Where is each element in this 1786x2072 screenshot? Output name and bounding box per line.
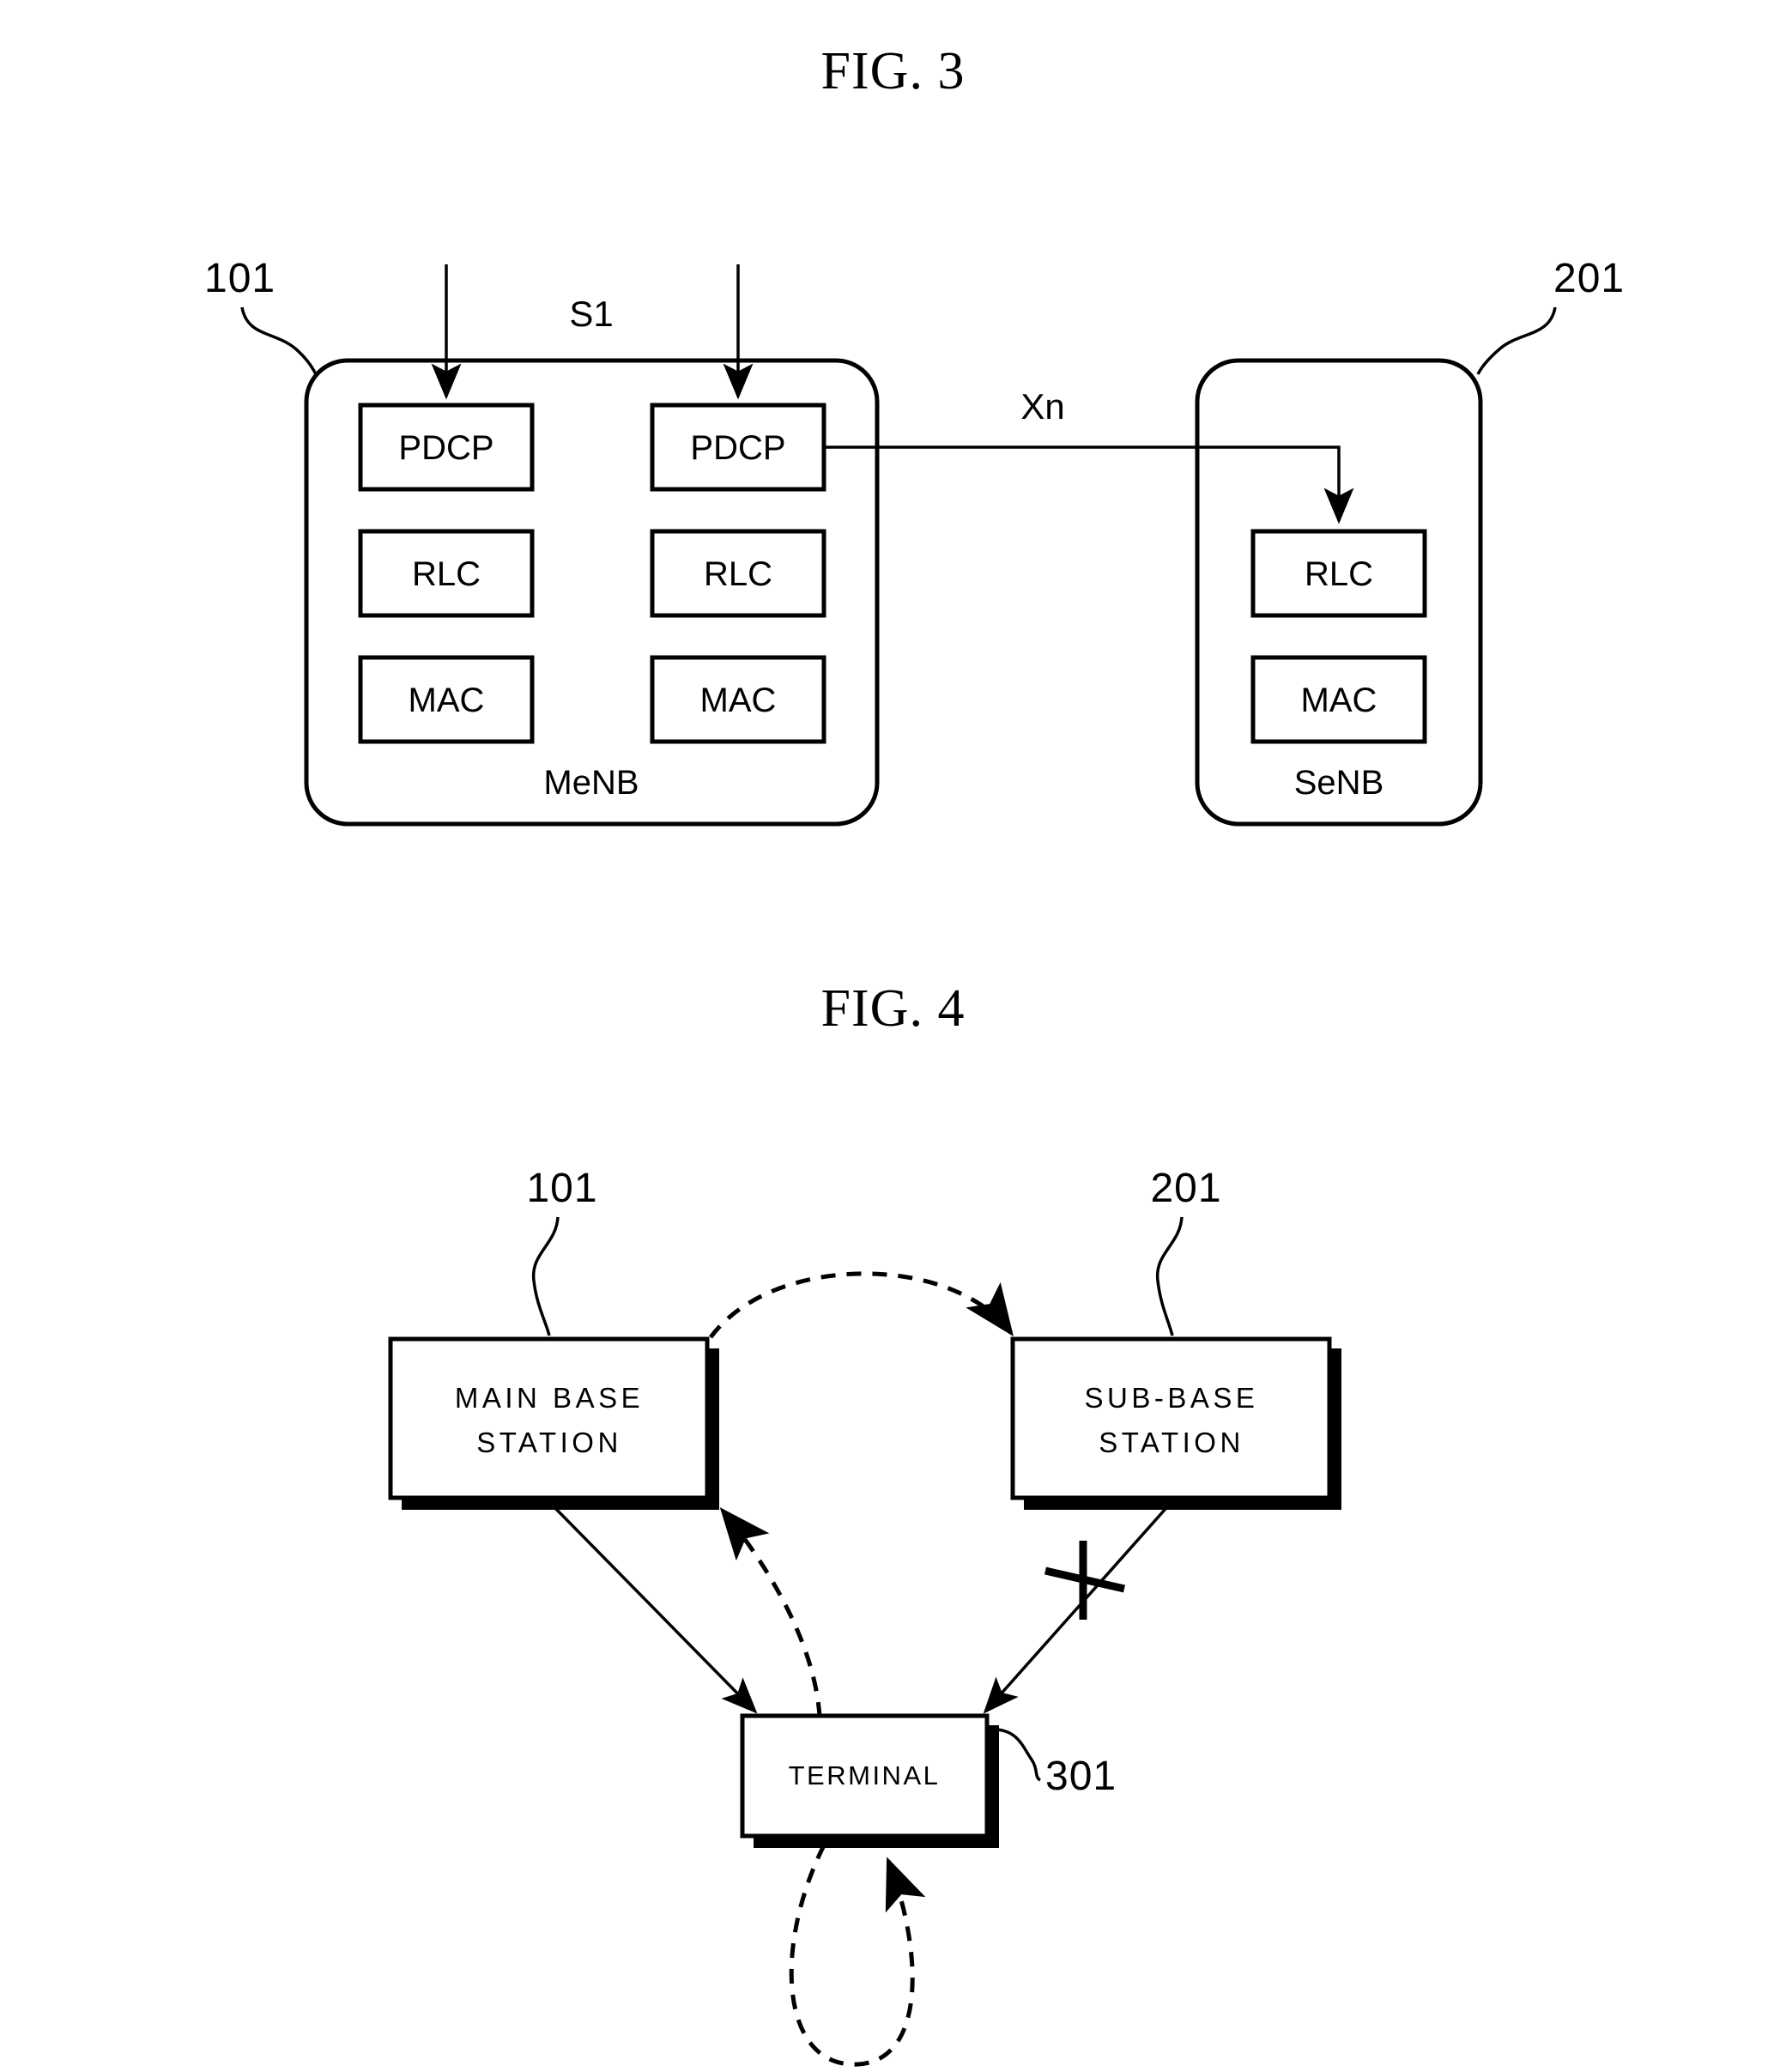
xn-interface-label: Xn [1020, 386, 1064, 427]
sub-base-station-label-line1: SUB-BASE [1085, 1382, 1259, 1414]
terminal-label: TERMINAL [789, 1760, 941, 1790]
terminal-box [740, 1713, 990, 1839]
link-main-to-sub-dashed [708, 1271, 1014, 1339]
menb-col1-mac-label: MAC [409, 682, 485, 719]
link-terminal-self-loop-dashed [789, 1844, 926, 2067]
figure-4-title: FIG. 4 [820, 979, 966, 1038]
menb-col1-pdcp-label: PDCP [398, 429, 493, 467]
sub-base-station-shadow [1024, 1348, 1341, 1510]
menb-col1-rlc-label: RLC [412, 555, 481, 593]
patent-figure-page: FIG. 3 FIG. 4 PDCP RLC MAC PDCP RLC MAC … [0, 0, 1786, 2072]
link-sub-to-terminal-solid [983, 1500, 1173, 1714]
fig3-ref-101-leader [240, 306, 318, 375]
fig4-ref-101-leader [532, 1216, 560, 1336]
senb-rlc-box [1250, 529, 1427, 618]
menb-col2-rlc-label: RLC [704, 555, 772, 593]
main-base-station-label-line1: MAIN BASE [455, 1382, 644, 1414]
menb-col2-rlc-box [650, 529, 826, 618]
senb-mac-label: MAC [1301, 682, 1377, 719]
menb-col1-mac-box [358, 655, 535, 744]
terminal-shadow [754, 1725, 999, 1848]
fig4-ref-301-leader [993, 1728, 1042, 1782]
menb-container [304, 358, 880, 827]
menb-col2-mac-label: MAC [700, 682, 777, 719]
fig3-ref-201-label: 201 [1553, 256, 1625, 301]
senb-rlc-label: RLC [1305, 555, 1373, 593]
menb-col2-pdcp-box [650, 403, 826, 492]
fig4-ref-301-label: 301 [1045, 1754, 1117, 1799]
main-base-station-box [388, 1336, 710, 1500]
menb-col2-mac-box [650, 655, 826, 744]
main-base-station-shadow [402, 1348, 719, 1510]
main-base-station-label-line2: STATION [476, 1427, 622, 1458]
fig4-ref-201-leader [1156, 1216, 1184, 1336]
menb-col1-rlc-box [358, 529, 535, 618]
senb-node-label: SeNB [1294, 764, 1384, 802]
figure-4-drawing: MAIN BASE STATION SUB-BASE STATION TERMI… [388, 1166, 1341, 2067]
link-terminal-to-main-dashed [719, 1507, 822, 1718]
figure-3-title: FIG. 3 [820, 42, 966, 100]
figure-3-drawing: PDCP RLC MAC PDCP RLC MAC RLC MAC MeNB S… [204, 256, 1625, 827]
sub-base-station-label-line2: STATION [1099, 1427, 1244, 1458]
menb-node-label: MeNB [543, 764, 639, 802]
menb-col2-pdcp-label: PDCP [690, 429, 785, 467]
fig3-ref-101-label: 101 [204, 256, 275, 301]
menb-col1-pdcp-box [358, 403, 535, 492]
fig4-ref-201-label: 201 [1150, 1166, 1221, 1211]
fig4-ref-101-label: 101 [526, 1166, 597, 1211]
s1-interface-label: S1 [569, 294, 613, 334]
xn-link-path [824, 445, 1354, 524]
sub-base-station-box [1010, 1336, 1332, 1500]
fig3-ref-201-leader [1476, 306, 1557, 375]
senb-mac-box [1250, 655, 1427, 744]
broken-link-x-icon [1044, 1541, 1126, 1620]
link-main-to-terminal-solid [548, 1500, 758, 1714]
senb-container [1195, 358, 1483, 827]
